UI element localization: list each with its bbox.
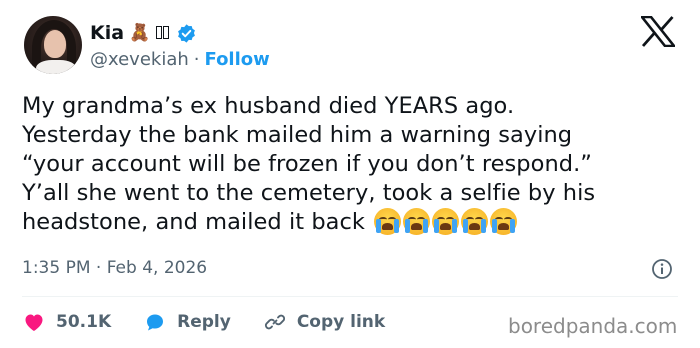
crying-face-icon	[432, 208, 460, 235]
watermark: boredpanda.com	[508, 314, 678, 338]
crying-face-icon	[461, 208, 489, 235]
crying-face-icon	[374, 208, 402, 235]
tweet-line-last: headstone, and mailed it back	[22, 208, 682, 237]
author-name[interactable]: Kia	[90, 22, 124, 44]
unrendered-glyphs	[155, 24, 170, 43]
verified-badge-icon	[178, 23, 196, 43]
tweet-line: headstone, and mailed it back	[22, 209, 366, 235]
copy-link-label: Copy link	[296, 312, 386, 332]
speech-bubble-icon	[147, 314, 164, 331]
link-icon	[264, 314, 285, 330]
divider	[22, 296, 678, 297]
x-logo-icon[interactable]	[641, 16, 675, 47]
action-bar: 50.1K Reply Copy link	[22, 310, 417, 334]
author-handle[interactable]: @xevekiah	[90, 49, 189, 70]
copy-link-button[interactable]: Copy link	[263, 310, 385, 334]
tweet-line: “your account will be frozen if you don’…	[22, 151, 593, 177]
avatar-face	[44, 30, 66, 58]
tweet-line: Y’all she went to the cemetery, took a s…	[22, 180, 596, 206]
info-icon[interactable]	[651, 258, 673, 280]
like-count: 50.1K	[56, 312, 112, 332]
author-handle-row: @xevekiah · Follow	[90, 49, 270, 70]
author-name-row: Kia 🧸	[90, 22, 197, 44]
tweet-line: My grandma’s ex husband died YEARS ago.	[22, 93, 515, 119]
reply-button[interactable]: Reply	[143, 310, 231, 334]
separator-dot: ·	[193, 49, 200, 70]
reply-label: Reply	[177, 312, 231, 332]
tweet-line: Yesterday the bank mailed him a warning …	[22, 122, 573, 148]
tweet-text: My grandma’s ex husband died YEARS ago. …	[22, 92, 682, 237]
crying-face-icon	[490, 208, 518, 235]
avatar[interactable]	[24, 16, 82, 74]
follow-button[interactable]: Follow	[205, 49, 270, 70]
crying-face-icon	[403, 208, 431, 235]
heart-icon	[25, 314, 43, 331]
like-button[interactable]: 50.1K	[22, 310, 111, 334]
teddy-bear-emoji: 🧸	[129, 22, 151, 43]
tweet-timestamp[interactable]: 1:35 PM · Feb 4, 2026	[22, 258, 207, 278]
avatar-shirt	[36, 60, 76, 74]
